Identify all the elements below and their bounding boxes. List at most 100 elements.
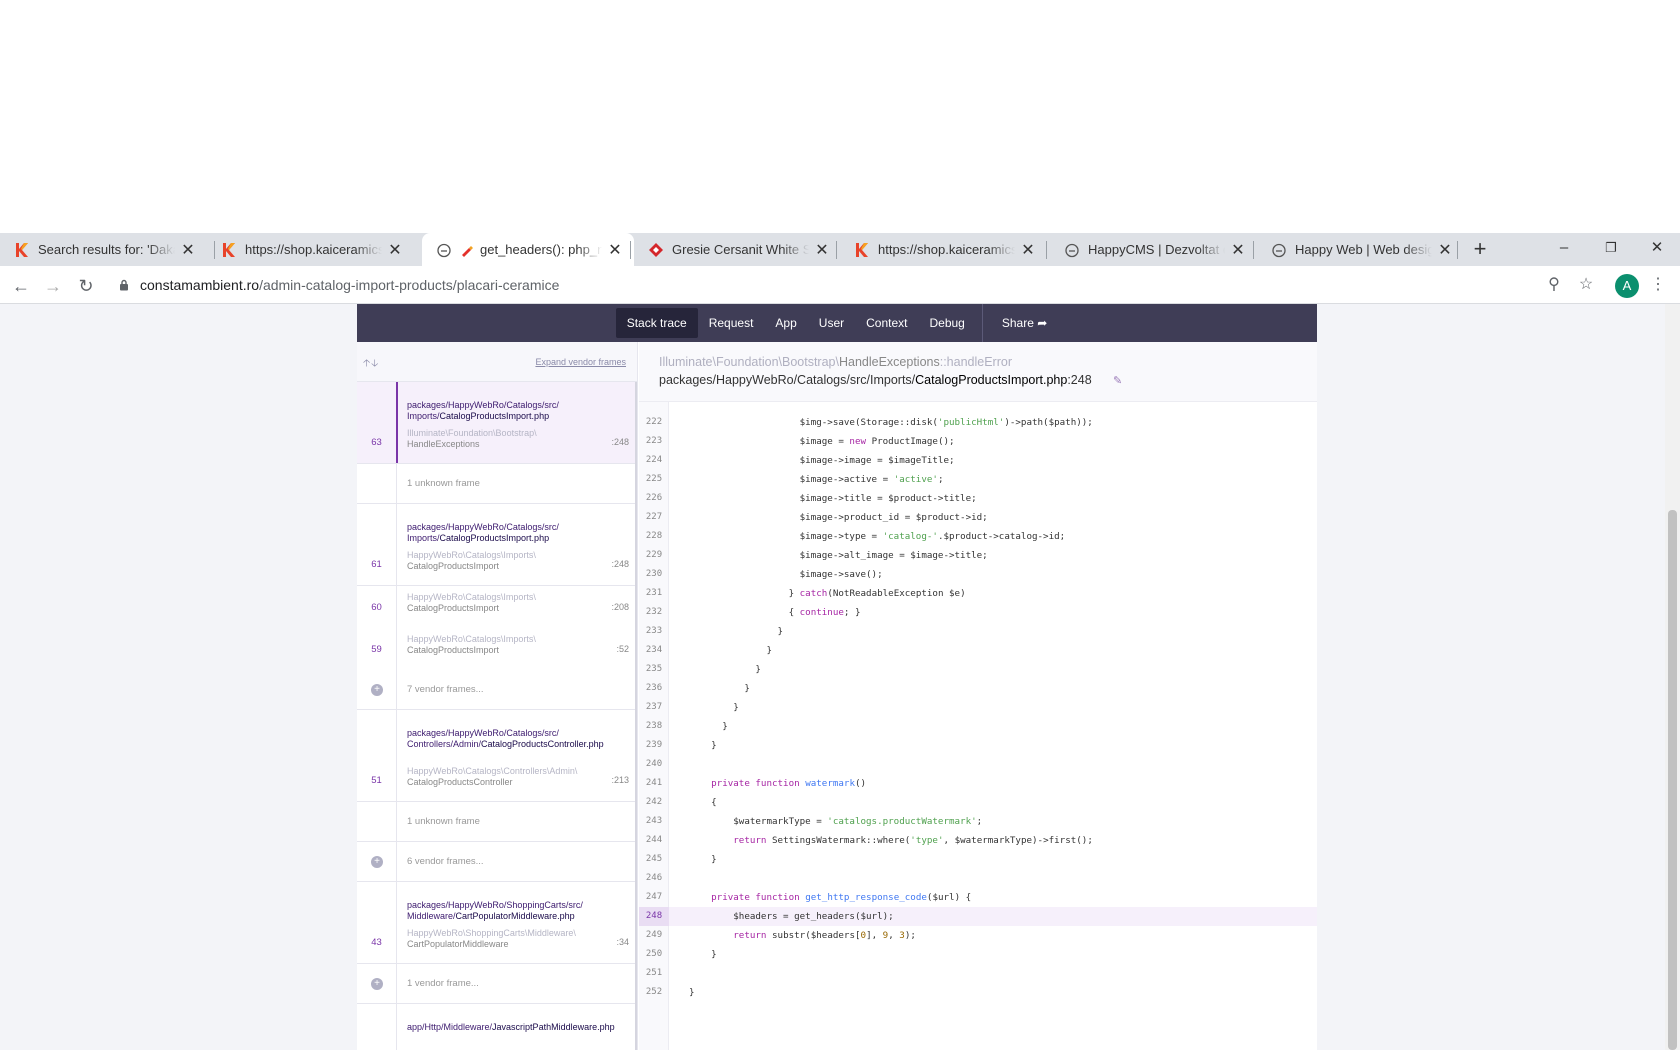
kai-favicon-icon	[854, 242, 870, 258]
stack-frame[interactable]: packages/HappyWebRo/Catalogs/src/ Import…	[357, 504, 635, 586]
frame-gutter	[396, 628, 397, 670]
address-bar[interactable]: constamambient.ro/admin-catalog-import-p…	[140, 277, 559, 293]
tab-3[interactable]: get_headers(): php_net ✕	[422, 233, 634, 266]
code-line: 240	[639, 755, 1317, 774]
star-icon[interactable]: ☆	[1575, 274, 1597, 296]
close-tab-icon[interactable]: ✕	[813, 240, 831, 260]
globe-favicon-icon	[1271, 242, 1287, 258]
forward-icon[interactable]: →	[42, 275, 64, 297]
code-text: return SettingsWatermark::where('type', …	[733, 835, 1093, 846]
stack-frame[interactable]: +7 vendor frames...	[357, 670, 635, 710]
code-text: $image->alt_image = $image->title;	[689, 550, 988, 561]
frame-class: Illuminate\Foundation\Bootstrap\ HandleEx…	[407, 428, 607, 449]
code-text: }	[689, 987, 695, 998]
stack-frame[interactable]: HappyWebRo\Catalogs\Imports\ CatalogProdu…	[357, 628, 635, 670]
frame-file-dir: app/Http/Middleware/	[407, 1022, 493, 1032]
close-window-button[interactable]: ✕	[1634, 233, 1680, 266]
stack-frame[interactable]: packages/HappyWebRo/Catalogs/src/ Import…	[357, 382, 635, 464]
close-tab-icon[interactable]: ✕	[1229, 240, 1247, 260]
line-number: 244	[645, 835, 663, 845]
frame-line: :213	[611, 775, 629, 785]
tab-user[interactable]: User	[808, 308, 855, 338]
stack-frame[interactable]: HappyWebRo\Catalogs\Imports\ CatalogProdu…	[357, 586, 635, 628]
lock-icon[interactable]	[119, 279, 129, 291]
stack-frame[interactable]: +1 vendor frame...	[357, 964, 635, 1004]
close-tab-icon[interactable]: ✕	[1019, 240, 1037, 260]
close-tab-icon[interactable]: ✕	[386, 240, 404, 260]
frame-class-ns: HappyWebRo\ShoppingCarts\Middleware\	[407, 928, 576, 938]
expand-plus-icon[interactable]: +	[371, 684, 383, 696]
expand-plus-icon[interactable]: +	[371, 978, 383, 990]
frame-class-name: CatalogProductsImport	[407, 644, 500, 655]
tab-6[interactable]: HappyCMS | Dezvoltat de ✕	[1050, 233, 1257, 266]
stack-frame[interactable]: packages/HappyWebRo/Catalogs/src/ Contro…	[357, 710, 635, 802]
stack-frame[interactable]: packages/HappyWebRo/ShoppingCarts/src/ M…	[357, 882, 635, 964]
tab-1[interactable]: Search results for: 'Dakar' | ✕	[0, 233, 207, 266]
frames-header: 🡡🡣 Expand vendor frames	[357, 342, 637, 382]
frame-nav-arrows-icon[interactable]: 🡡🡣	[363, 356, 379, 373]
url-host: constamambient.ro	[140, 277, 260, 293]
line-number: 232	[645, 607, 663, 617]
frame-number: 63	[371, 437, 382, 448]
new-tab-button[interactable]: +	[1468, 235, 1492, 263]
stack-frame[interactable]: 1 unknown frame	[357, 464, 635, 504]
frame-class: HappyWebRo\ShoppingCarts\Middleware\ Cart…	[407, 928, 607, 949]
tab-app[interactable]: App	[764, 308, 807, 338]
code-line: 232 { continue; }	[639, 603, 1317, 622]
code-line: 251	[639, 964, 1317, 983]
code-text: return substr($headers[0], 9, 3);	[733, 930, 916, 941]
code-line: 223 $image = new ProductImage();	[639, 432, 1317, 451]
frame-line: :208	[611, 602, 629, 612]
line-number: 230	[645, 569, 663, 579]
ignition-nav: Stack trace Request App User Context Debug Sha…	[357, 304, 1317, 342]
line-number: 227	[645, 512, 663, 522]
code-line: 225 $image->active = 'active';	[639, 470, 1317, 489]
close-tab-icon[interactable]: ✕	[1436, 240, 1454, 260]
edit-pencil-icon[interactable]: ✎	[1113, 374, 1122, 387]
avatar[interactable]: A	[1615, 274, 1639, 298]
zoom-icon[interactable]: ⚲	[1543, 274, 1565, 296]
kai-favicon-icon	[14, 242, 30, 258]
tab-4[interactable]: Gresie Cersanit White Satin ✕	[634, 233, 841, 266]
tab-stack-trace[interactable]: Stack trace	[615, 308, 698, 338]
kai-favicon-icon	[221, 242, 237, 258]
code-line: 244 return SettingsWatermark::where('typ…	[639, 831, 1317, 850]
line-number: 231	[645, 588, 663, 598]
expand-plus-icon[interactable]: +	[371, 856, 383, 868]
code-text: $headers = get_headers($url);	[689, 911, 894, 922]
back-icon[interactable]: ←	[10, 275, 32, 297]
code-text: }	[689, 664, 761, 675]
stack-frame[interactable]: app/Http/Middleware/JavascriptPathMiddle…	[357, 1004, 635, 1050]
code-text: }	[689, 626, 784, 637]
tab-context[interactable]: Context	[855, 308, 918, 338]
minimize-button[interactable]: –	[1541, 233, 1587, 266]
frame-number: 43	[371, 937, 382, 948]
code-text: { continue; }	[689, 607, 861, 618]
globe-favicon-icon	[1064, 242, 1080, 258]
code-text: }	[689, 683, 750, 694]
restore-button[interactable]: ❐	[1588, 233, 1634, 266]
stack-frame[interactable]: +6 vendor frames...	[357, 842, 635, 882]
location-line: :248	[1067, 373, 1092, 387]
frame-class-ns: HappyWebRo\Catalogs\Imports\	[407, 634, 536, 644]
expand-vendor-frames-link[interactable]: Expand vendor frames	[535, 357, 626, 367]
close-tab-icon[interactable]: ✕	[179, 240, 197, 260]
frames-scrollbar[interactable]	[635, 382, 637, 1050]
page-scrollbar-thumb[interactable]	[1668, 510, 1677, 1050]
reload-icon[interactable]: ↻	[75, 275, 97, 297]
tab-2[interactable]: https://shop.kaiceramics.ro ✕	[207, 233, 414, 266]
tab-request[interactable]: Request	[698, 308, 765, 338]
share-button[interactable]: Share ➦	[991, 308, 1058, 338]
close-tab-icon[interactable]: ✕	[606, 240, 624, 260]
line-number: 234	[645, 645, 663, 655]
code-line: 235 }	[639, 660, 1317, 679]
stack-frame[interactable]: 1 unknown frame	[357, 802, 635, 842]
tab-5[interactable]: https://shop.kaiceramics.ro ✕	[840, 233, 1047, 266]
code-line: 242 {	[639, 793, 1317, 812]
frame-gutter	[396, 586, 397, 628]
code-text: $image->product_id = $product->id;	[689, 512, 988, 523]
frame-class-ns: Illuminate\Foundation\Bootstrap\	[407, 428, 537, 438]
tab-7[interactable]: Happy Web | Web design ✕	[1257, 233, 1464, 266]
tab-debug[interactable]: Debug	[918, 308, 975, 338]
menu-icon[interactable]: ⋮	[1647, 274, 1669, 296]
